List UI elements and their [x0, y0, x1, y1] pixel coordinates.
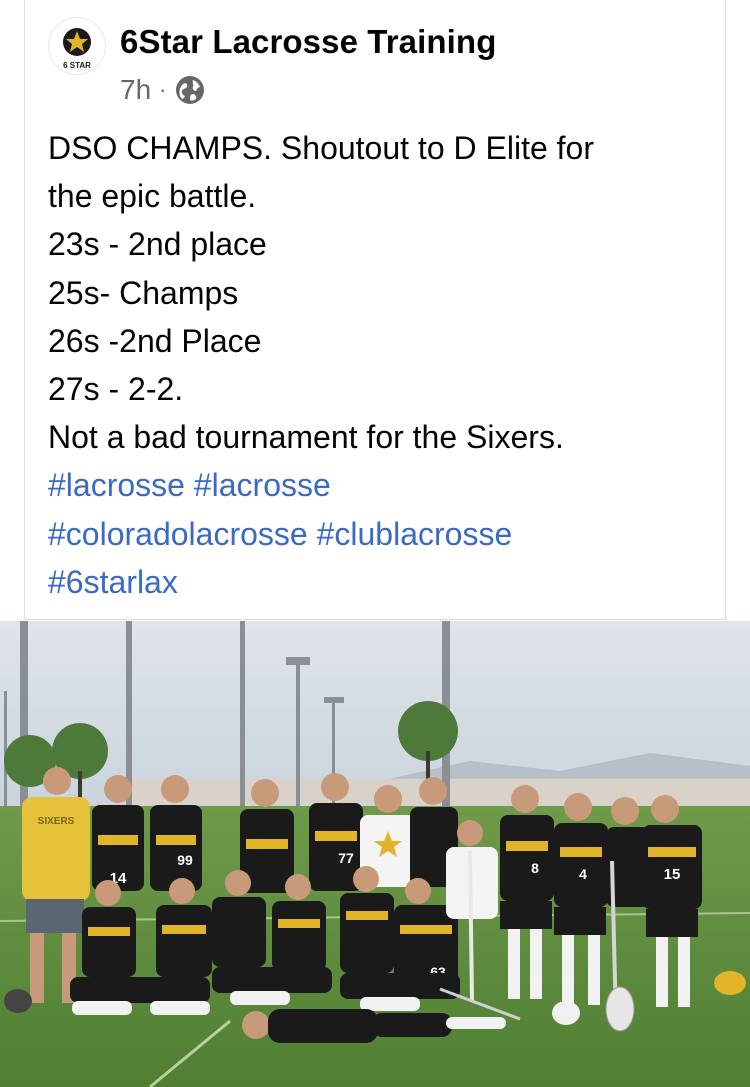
jersey-number: 99	[177, 852, 193, 868]
jersey-number: 77	[338, 850, 354, 866]
six-star-logo: 6 STAR	[50, 19, 104, 73]
coach-shirt-text: SIXERS	[38, 816, 75, 827]
post-body: DSO CHAMPS. Shoutout to D Elite for the …	[48, 124, 718, 606]
hashtag-link-line[interactable]: #6starlax	[48, 558, 718, 606]
post-text-line: Not a bad tournament for the Sixers.	[48, 419, 564, 456]
post-text-line: 26s -2nd Place	[48, 322, 262, 359]
post-text-line: 23s - 2nd place	[48, 226, 267, 263]
page-name-link[interactable]: 6Star Lacrosse Training	[120, 23, 496, 61]
jersey-number: 8	[531, 860, 539, 876]
globe-icon[interactable]	[175, 75, 205, 105]
post-text-line: 27s - 2-2.	[48, 370, 184, 407]
jersey-number: 15	[664, 866, 681, 883]
post-text-line: 25s- Champs	[48, 274, 239, 311]
post-text-line: the epic battle.	[48, 178, 257, 215]
jersey-number: 4	[579, 866, 587, 882]
page-avatar[interactable]: 6 STAR	[48, 17, 106, 75]
meta-separator: ·	[159, 77, 167, 102]
post-timestamp[interactable]: 7h	[120, 74, 151, 106]
avatar-logo-text: 6 STAR	[63, 61, 91, 70]
post-text-line: DSO CHAMPS. Shoutout to D Elite for	[48, 130, 594, 166]
hashtag-link-line[interactable]: #coloradolacrosse #clublacrosse	[48, 510, 718, 558]
post-photo[interactable]: SIXERS 14 99 77 8 4 15 63	[0, 621, 750, 1087]
post-meta: 7h ·	[120, 72, 205, 108]
hashtag-link-line[interactable]: #lacrosse #lacrosse	[48, 461, 718, 509]
